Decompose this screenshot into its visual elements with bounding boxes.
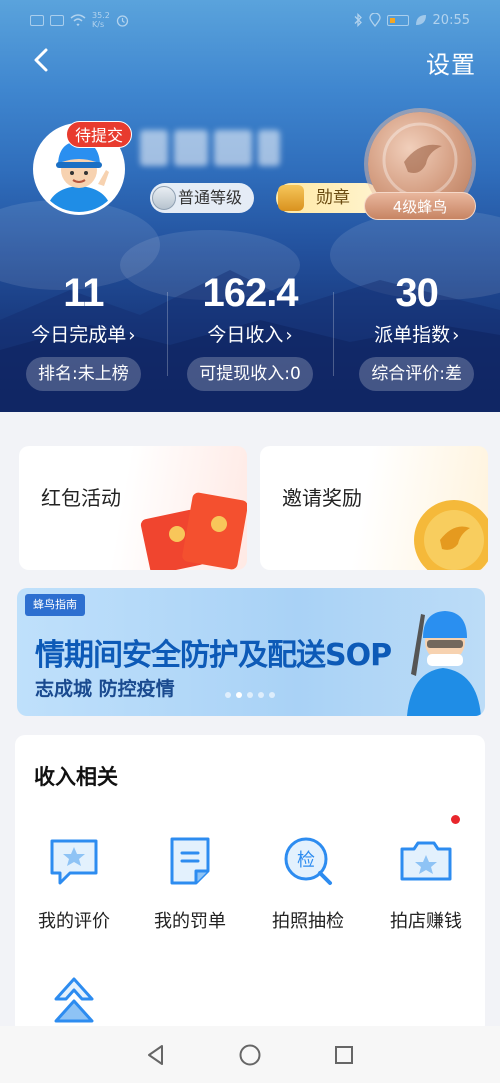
nav-recents-icon[interactable]	[332, 1043, 356, 1067]
red-envelope-icon	[140, 492, 247, 570]
wifi-icon	[70, 14, 86, 26]
status-bar: 35.2 K/s 20:55	[0, 0, 500, 40]
pager-dot[interactable]	[247, 692, 253, 698]
banner-pager	[225, 692, 275, 698]
stat-value: 11	[63, 271, 104, 315]
stat-label: 今日完成单 ›	[0, 318, 167, 352]
stat-value: 162.4	[202, 271, 298, 315]
level-chip[interactable]: 普通等级	[150, 183, 255, 213]
stat-label: 派单指数 ›	[333, 318, 500, 352]
stat-label-text: 今日收入	[207, 324, 284, 346]
pending-submit-badge[interactable]: 待提交	[66, 121, 133, 148]
settings-button[interactable]: 设置	[426, 45, 476, 80]
cell-signal-icon	[50, 14, 64, 26]
withdrawable-pill[interactable]: 可提现收入:0	[187, 357, 313, 391]
rating-pill[interactable]: 综合评价:差	[359, 357, 475, 391]
banner-headline: 情期间安全防护及配送SOP	[35, 638, 392, 673]
pager-dot[interactable]	[225, 692, 231, 698]
rank-label[interactable]: 4级蜂鸟	[364, 192, 476, 220]
camera-icon	[400, 841, 452, 881]
bluetooth-icon	[354, 13, 362, 27]
tool-label: 拍照抽检	[272, 911, 344, 932]
inspect-icon: 检	[284, 837, 332, 885]
gold-coin-icon	[414, 500, 488, 570]
pager-dot[interactable]	[258, 692, 264, 698]
stat-label: 今日收入 ›	[167, 318, 334, 352]
sim-signal-icon	[30, 14, 44, 26]
stats-row: 11 今日完成单 › 排名:未上榜 162.4 今日收入 › 可提现收入:0 30 …	[0, 268, 500, 398]
stat-label-text: 今日完成单	[31, 324, 127, 346]
medal-icon	[278, 185, 304, 211]
star-chat-icon	[50, 839, 98, 885]
my-reviews-button[interactable]: 我的评价	[19, 831, 129, 933]
photo-inspection-button[interactable]: 检 拍照抽检	[253, 831, 363, 933]
profile-header: 35.2 K/s 20:55 设置 待提交 普通等级 勋章 4级蜂鸟 11 今日…	[0, 0, 500, 412]
inspect-icon-text: 检	[297, 850, 315, 871]
stat-today-income[interactable]: 162.4 今日收入 › 可提现收入:0	[166, 268, 334, 398]
tool-label: 我的罚单	[154, 911, 226, 932]
stat-label-text: 派单指数	[374, 324, 451, 346]
banner-subline: 志成城 防控疫情	[35, 678, 175, 700]
system-nav-bar	[0, 1026, 500, 1083]
medal-label: 勋章	[316, 188, 350, 208]
nav-home-icon[interactable]	[238, 1043, 262, 1067]
chevron-right-icon: ›	[128, 325, 136, 346]
card-title: 红包活动	[41, 486, 121, 510]
card-title: 邀请奖励	[282, 486, 362, 510]
alarm-icon	[116, 14, 128, 27]
username-blurred	[140, 130, 300, 170]
location-icon	[368, 13, 381, 27]
hongbao-activity-card[interactable]: 红包活动	[19, 446, 247, 570]
nav-back-icon[interactable]	[144, 1043, 168, 1067]
ranking-pill[interactable]: 排名:未上榜	[25, 357, 141, 391]
banner-tag: 蜂鸟指南	[25, 594, 85, 616]
my-tickets-button[interactable]: 我的罚单	[135, 831, 245, 933]
invite-reward-card[interactable]: 邀请奖励	[260, 446, 488, 570]
ticket-icon	[170, 837, 210, 885]
stat-completed-orders[interactable]: 11 今日完成单 › 排名:未上榜	[0, 268, 167, 398]
level-badge-icon	[152, 186, 176, 210]
stat-value: 30	[395, 271, 438, 315]
stat-dispatch-index[interactable]: 30 派单指数 › 综合评价:差	[333, 268, 500, 398]
courier-illustration-icon	[407, 611, 481, 716]
notification-dot	[451, 815, 460, 824]
tool-label: 我的评价	[38, 911, 110, 932]
level-label: 普通等级	[178, 188, 243, 207]
clock: 20:55	[432, 12, 470, 28]
section-title: 收入相关	[34, 765, 118, 789]
pager-dot[interactable]	[269, 692, 275, 698]
network-speed: 35.2 K/s	[92, 11, 110, 29]
shop-photo-earn-button[interactable]: 拍店赚钱	[371, 831, 481, 933]
tool-label: 拍店赚钱	[390, 911, 462, 932]
leaf-icon	[415, 15, 426, 25]
pager-dot-active[interactable]	[236, 692, 242, 698]
back-arrow-icon[interactable]	[28, 44, 56, 76]
chevron-right-icon: ›	[452, 325, 460, 346]
income-section: 收入相关 我的评价 我的罚单 检 拍照抽检 拍店赚钱	[15, 735, 485, 1035]
battery-icon	[386, 14, 409, 26]
chevron-right-icon: ›	[285, 325, 293, 346]
